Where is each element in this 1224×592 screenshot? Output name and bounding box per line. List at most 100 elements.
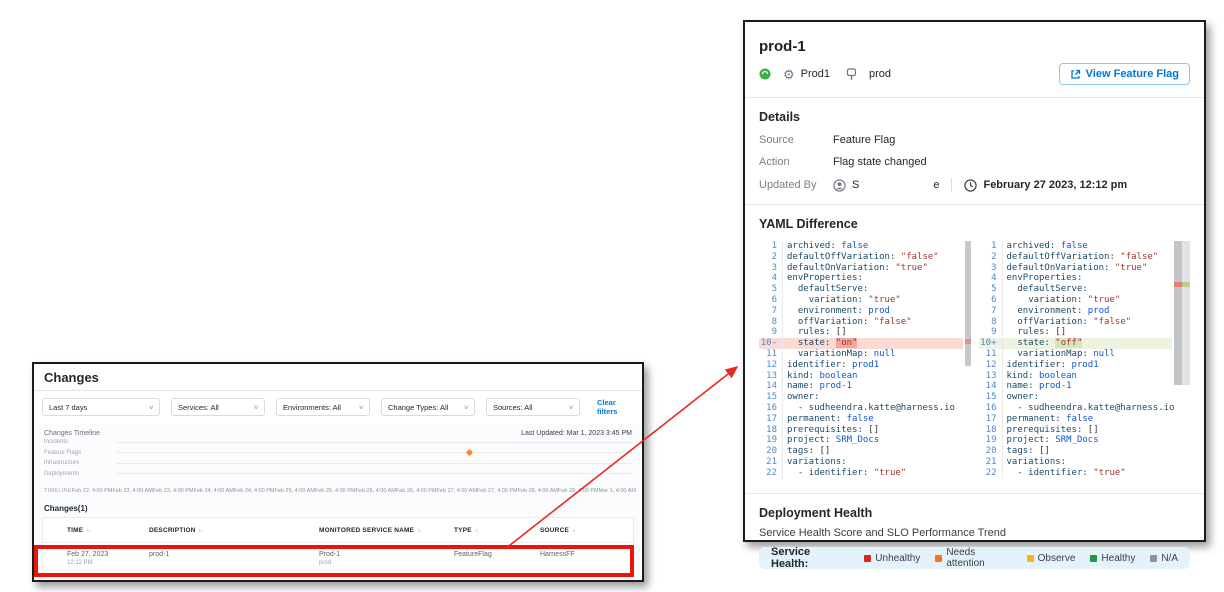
diff-scrollbar-left[interactable] xyxy=(965,241,971,481)
legend-item: N/A xyxy=(1150,547,1178,569)
flag-name-label: Prod1 xyxy=(801,68,830,80)
flag-status-icon xyxy=(759,68,771,80)
source-label: Source xyxy=(759,134,833,146)
timeline-tick-label: Feb 24, 4:00 AM xyxy=(193,488,233,494)
diff-line: 17permanent: false xyxy=(759,414,963,425)
chevron-down-icon: ∨ xyxy=(463,404,469,411)
diff-line: 4envProperties: xyxy=(979,273,1173,284)
diff-line: 20tags: [] xyxy=(979,446,1173,457)
diff-line: 20tags: [] xyxy=(759,446,963,457)
filter-dropdown[interactable]: Sources: All ∨ xyxy=(486,398,580,416)
diff-line: 15owner: xyxy=(979,392,1173,403)
minimap-removed-marker xyxy=(1174,282,1182,287)
legend-color-swatch xyxy=(1090,555,1097,562)
diff-line: 16 - sudheendra.katte@harness.io xyxy=(979,403,1173,414)
chevron-down-icon: ∨ xyxy=(568,404,574,411)
diff-line: 5 defaultServe: xyxy=(979,284,1173,295)
sort-icon: ↑↓ xyxy=(475,528,478,534)
diff-line: 9 rules: [] xyxy=(979,327,1173,338)
diff-line: 6 variation: "true" xyxy=(759,295,963,306)
changes-count-label: Changes(1) xyxy=(34,496,642,517)
timeline-title: Changes Timeline xyxy=(44,430,100,437)
timeline-tick-label: Feb 23, 4:00 AM xyxy=(112,488,152,494)
timeline-row: Infrastructure xyxy=(44,458,632,469)
timeline-row: Incidents xyxy=(44,437,632,448)
filter-dropdown-value: Change Types: All xyxy=(388,403,448,412)
timeline-axis-label: TIMELINE xyxy=(44,488,72,494)
yaml-diff-after-pane[interactable]: 1archived: false2defaultOffVariation: "f… xyxy=(979,241,1191,481)
diff-line: 13kind: boolean xyxy=(979,371,1173,382)
column-header[interactable]: DESCRIPTION↑↓ xyxy=(149,527,319,534)
diff-line: 1archived: false xyxy=(759,241,963,252)
diff-line: 17permanent: false xyxy=(979,414,1173,425)
timeline-tick-label: Feb 28, 4:00 PM xyxy=(558,488,599,494)
deployment-health-subheading: Service Health Score and SLO Performance… xyxy=(759,527,1190,539)
filter-dropdown[interactable]: Services: All∨ xyxy=(171,398,265,416)
diff-line: 21variations: xyxy=(979,457,1173,468)
filter-dropdown-value: Sources: All xyxy=(493,403,533,412)
filter-dropdown[interactable]: Environments: All∨ xyxy=(276,398,370,416)
divider xyxy=(951,178,952,192)
source-value: Feature Flag xyxy=(833,134,895,146)
diff-changed-line: 10+ state: "off" xyxy=(979,338,1173,349)
diff-line: 14name: prod-1 xyxy=(979,381,1173,392)
diff-line: 19project: SRM_Docs xyxy=(979,435,1173,446)
column-header[interactable]: TYPE↑↓ xyxy=(454,527,540,534)
column-header[interactable]: MONITORED SERVICE NAME↑↓ xyxy=(319,527,454,534)
timeline-last-updated: Last Updated: Mar 1, 2023 3:45 PM xyxy=(521,430,632,437)
column-header[interactable]: TIME↑↓ xyxy=(67,527,149,534)
chevron-down-icon: ∨ xyxy=(358,404,364,411)
filter-dropdowns: Last 7 days∨Services: All∨Environments: … xyxy=(42,398,580,416)
updated-at-value: February 27 2023, 12:12 pm xyxy=(983,179,1127,191)
updated-by-value-start: S xyxy=(852,179,859,191)
change-row[interactable]: Feb 27, 2023 12:12 PM prod-1 Prod-1 prod… xyxy=(43,543,633,576)
yaml-diff-viewer: 1archived: false2defaultOffVariation: "f… xyxy=(759,241,1190,481)
changes-table: TIME↑↓DESCRIPTION↑↓MONITORED SERVICE NAM… xyxy=(42,517,634,577)
timeline-tick-label: Feb 25, 4:00 PM xyxy=(315,488,356,494)
divider xyxy=(745,204,1204,205)
filter-dropdown[interactable]: Last 7 days∨ xyxy=(42,398,160,416)
diff-line: 15owner: xyxy=(759,392,963,403)
external-link-icon xyxy=(1070,69,1081,80)
user-icon xyxy=(833,179,846,192)
yaml-diff-before-pane[interactable]: 1archived: false2defaultOffVariation: "f… xyxy=(759,241,971,481)
divider xyxy=(745,97,1204,98)
clock-icon xyxy=(964,179,977,192)
filter-dropdown[interactable]: Change Types: All ∨ xyxy=(381,398,475,416)
legend-item: Needs attention xyxy=(935,547,1011,569)
sort-icon: ↑↓ xyxy=(86,528,89,534)
diff-line: 21variations: xyxy=(759,457,963,468)
diff-line: 1archived: false xyxy=(979,241,1173,252)
environment-icon xyxy=(846,68,857,80)
view-feature-flag-button[interactable]: View Feature Flag xyxy=(1059,63,1190,85)
timeline-tick-label: Mar 1, 4:00 AM xyxy=(599,488,636,494)
diff-line: 14name: prod-1 xyxy=(759,381,963,392)
feature-flag-event-marker[interactable] xyxy=(466,449,473,456)
diff-line: 2defaultOffVariation: "false" xyxy=(759,252,963,263)
clear-filters-link[interactable]: Clear filters xyxy=(597,398,634,416)
diff-minimap[interactable] xyxy=(1174,241,1190,481)
diff-line: 3defaultOnVariation: "true" xyxy=(979,263,1173,274)
diff-line: 18prerequisites: [] xyxy=(759,425,963,436)
changes-table-header: TIME↑↓DESCRIPTION↑↓MONITORED SERVICE NAM… xyxy=(43,518,633,543)
cell-monitored-service: Prod-1 prod xyxy=(319,551,454,566)
divider xyxy=(745,493,1204,494)
diff-line: 19project: SRM_Docs xyxy=(759,435,963,446)
legend-item: Unhealthy xyxy=(864,547,920,569)
diff-line: 6 variation: "true" xyxy=(979,295,1173,306)
diff-line: 12identifier: prod1 xyxy=(979,360,1173,371)
timeline-tick-label: Feb 27, 4:00 PM xyxy=(477,488,518,494)
cell-time: Feb 27, 2023 12:12 PM xyxy=(67,551,149,566)
sort-icon: ↑↓ xyxy=(199,528,202,534)
action-value: Flag state changed xyxy=(833,156,927,168)
column-header[interactable]: SOURCE↑↓ xyxy=(540,527,633,534)
updated-by-label: Updated By xyxy=(759,179,833,191)
filter-dropdown-value: Services: All xyxy=(178,403,219,412)
detail-title: prod-1 xyxy=(759,22,1190,55)
diff-line: 22 - identifier: "true" xyxy=(759,468,963,479)
diff-line: 16 - sudheendra.katte@harness.io xyxy=(759,403,963,414)
service-health-legend: Service Health: UnhealthyNeeds attention… xyxy=(759,547,1190,569)
timeline-row-label: Deployments xyxy=(44,471,116,477)
timeline-tick-label: Feb 26, 4:00 PM xyxy=(396,488,437,494)
timeline-row-label: Incidents xyxy=(44,439,116,445)
